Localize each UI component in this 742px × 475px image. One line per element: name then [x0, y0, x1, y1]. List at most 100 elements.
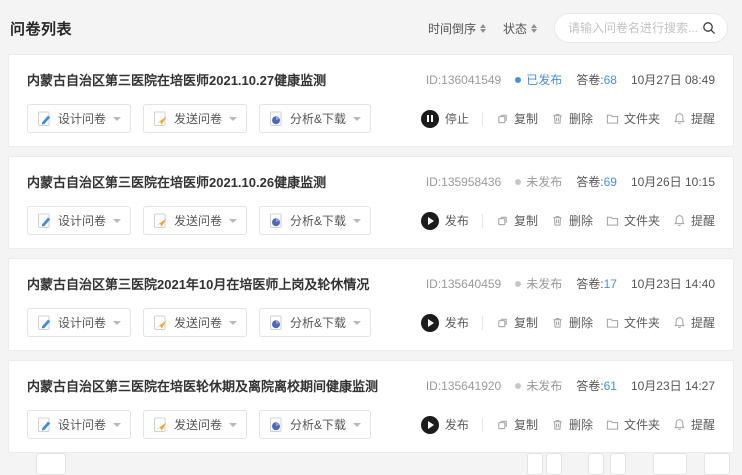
divider	[482, 418, 483, 432]
send-doc-icon	[153, 417, 168, 433]
send-survey-label: 发送问卷	[174, 110, 222, 127]
folder-icon	[606, 418, 619, 431]
sort-time-dropdown[interactable]: 时间倒序	[428, 20, 486, 37]
survey-id: ID:135640459	[426, 277, 501, 291]
publish-toggle-button[interactable]: 发布	[421, 212, 469, 230]
remind-button[interactable]: 提醒	[673, 110, 715, 127]
send-doc-icon	[153, 315, 168, 331]
page-title: 问卷列表	[10, 18, 72, 39]
folder-button[interactable]: 文件夹	[606, 212, 660, 229]
copy-button[interactable]: 复制	[496, 314, 538, 331]
remind-button[interactable]: 提醒	[673, 212, 715, 229]
send-survey-button[interactable]: 发送问卷	[143, 206, 247, 235]
left-actions: 设计问卷 发送问卷 分析&	[27, 206, 371, 235]
status-dot	[515, 179, 521, 185]
folder-button[interactable]: 文件夹	[606, 416, 660, 433]
left-actions: 设计问卷 发送问卷 分析&	[27, 308, 371, 337]
chevron-down-icon	[353, 117, 361, 121]
remind-button[interactable]: 提醒	[673, 314, 715, 331]
card-actions-row: 设计问卷 发送问卷 分析&	[27, 104, 715, 133]
search-box[interactable]	[554, 13, 728, 43]
analyze-download-button[interactable]: 分析&下载	[259, 308, 371, 337]
partial-button[interactable]	[704, 453, 730, 475]
answers-number[interactable]: 17	[604, 277, 617, 291]
remind-label: 提醒	[691, 314, 715, 331]
design-survey-label: 设计问卷	[58, 110, 106, 127]
analyze-doc-icon	[269, 111, 284, 127]
publish-toggle-button[interactable]: 停止	[421, 110, 469, 128]
partial-button[interactable]	[36, 453, 66, 475]
bell-icon	[673, 214, 686, 227]
survey-title[interactable]: 内蒙古自治区第三医院在培医师2021.10.26健康监测	[27, 172, 326, 191]
design-survey-button[interactable]: 设计问卷	[27, 410, 131, 439]
design-survey-label: 设计问卷	[58, 416, 106, 433]
analyze-download-button[interactable]: 分析&下载	[259, 410, 371, 439]
trash-icon	[551, 418, 564, 431]
sort-status-dropdown[interactable]: 状态	[503, 20, 537, 37]
copy-button[interactable]: 复制	[496, 212, 538, 229]
copy-button[interactable]: 复制	[496, 416, 538, 433]
analyze-download-button[interactable]: 分析&下载	[259, 104, 371, 133]
survey-title[interactable]: 内蒙古自治区第三医院2021年10月在培医师上岗及轮休情况	[27, 274, 369, 293]
answers-number[interactable]: 68	[604, 73, 617, 87]
card-header-row: 内蒙古自治区第三医院在培医师2021.10.27健康监测 ID:13604154…	[27, 70, 715, 89]
survey-meta: ID:135958436 未发布 答卷:69 10月26日 10:15	[426, 173, 715, 190]
right-actions: 发布 复制 删除	[421, 314, 715, 332]
send-survey-button[interactable]: 发送问卷	[143, 410, 247, 439]
remind-button[interactable]: 提醒	[673, 416, 715, 433]
delete-button[interactable]: 删除	[551, 416, 593, 433]
design-survey-button[interactable]: 设计问卷	[27, 104, 131, 133]
divider	[482, 316, 483, 330]
survey-card: 内蒙古自治区第三医院在培医师2021.10.27健康监测 ID:13604154…	[8, 54, 734, 147]
status-dot	[515, 281, 521, 287]
folder-button[interactable]: 文件夹	[606, 110, 660, 127]
answers-number[interactable]: 61	[604, 379, 617, 393]
analyze-download-label: 分析&下载	[290, 314, 346, 331]
send-survey-label: 发送问卷	[174, 314, 222, 331]
status-label: 未发布	[526, 173, 562, 190]
analyze-download-button[interactable]: 分析&下载	[259, 206, 371, 235]
partial-button[interactable]	[546, 453, 562, 475]
analyze-download-label: 分析&下载	[290, 110, 346, 127]
chevron-down-icon	[113, 423, 121, 427]
card-header-row: 内蒙古自治区第三医院在培医师2021.10.26健康监测 ID:13595843…	[27, 172, 715, 191]
partial-button[interactable]	[588, 453, 604, 475]
partial-button[interactable]	[653, 453, 687, 475]
status-badge: 未发布	[515, 275, 562, 292]
search-icon[interactable]	[702, 21, 716, 35]
play-icon	[428, 319, 434, 327]
divider	[482, 214, 483, 228]
folder-icon	[606, 316, 619, 329]
survey-title[interactable]: 内蒙古自治区第三医院在培医师2021.10.27健康监测	[27, 70, 326, 89]
partial-button[interactable]	[527, 453, 543, 475]
delete-button[interactable]: 删除	[551, 212, 593, 229]
card-header-row: 内蒙古自治区第三医院在培医轮休期及离院离校期间健康监测 ID:135641920…	[27, 376, 715, 395]
survey-title[interactable]: 内蒙古自治区第三医院在培医轮休期及离院离校期间健康监测	[27, 376, 378, 395]
remind-label: 提醒	[691, 416, 715, 433]
publish-toggle-button[interactable]: 发布	[421, 314, 469, 332]
sort-status-label: 状态	[503, 20, 527, 37]
design-doc-icon	[37, 111, 52, 127]
folder-label: 文件夹	[624, 212, 660, 229]
answers-number[interactable]: 69	[604, 175, 617, 189]
status-label: 未发布	[526, 377, 562, 394]
send-survey-button[interactable]: 发送问卷	[143, 308, 247, 337]
copy-button[interactable]: 复制	[496, 110, 538, 127]
partial-button[interactable]	[610, 453, 626, 475]
survey-id: ID:135958436	[426, 175, 501, 189]
survey-date: 10月23日 14:40	[631, 275, 715, 292]
answers-label: 答卷:	[576, 175, 603, 189]
delete-button[interactable]: 删除	[551, 314, 593, 331]
delete-button[interactable]: 删除	[551, 110, 593, 127]
right-actions: 发布 复制 删除	[421, 416, 715, 434]
send-survey-button[interactable]: 发送问卷	[143, 104, 247, 133]
publish-toggle-button[interactable]: 发布	[421, 416, 469, 434]
design-survey-button[interactable]: 设计问卷	[27, 308, 131, 337]
analyze-download-label: 分析&下载	[290, 212, 346, 229]
delete-label: 删除	[569, 314, 593, 331]
search-input[interactable]	[568, 21, 702, 35]
folder-button[interactable]: 文件夹	[606, 314, 660, 331]
survey-card: 内蒙古自治区第三医院2021年10月在培医师上岗及轮休情况 ID:1356404…	[8, 258, 734, 351]
copy-icon	[496, 112, 509, 125]
design-survey-button[interactable]: 设计问卷	[27, 206, 131, 235]
